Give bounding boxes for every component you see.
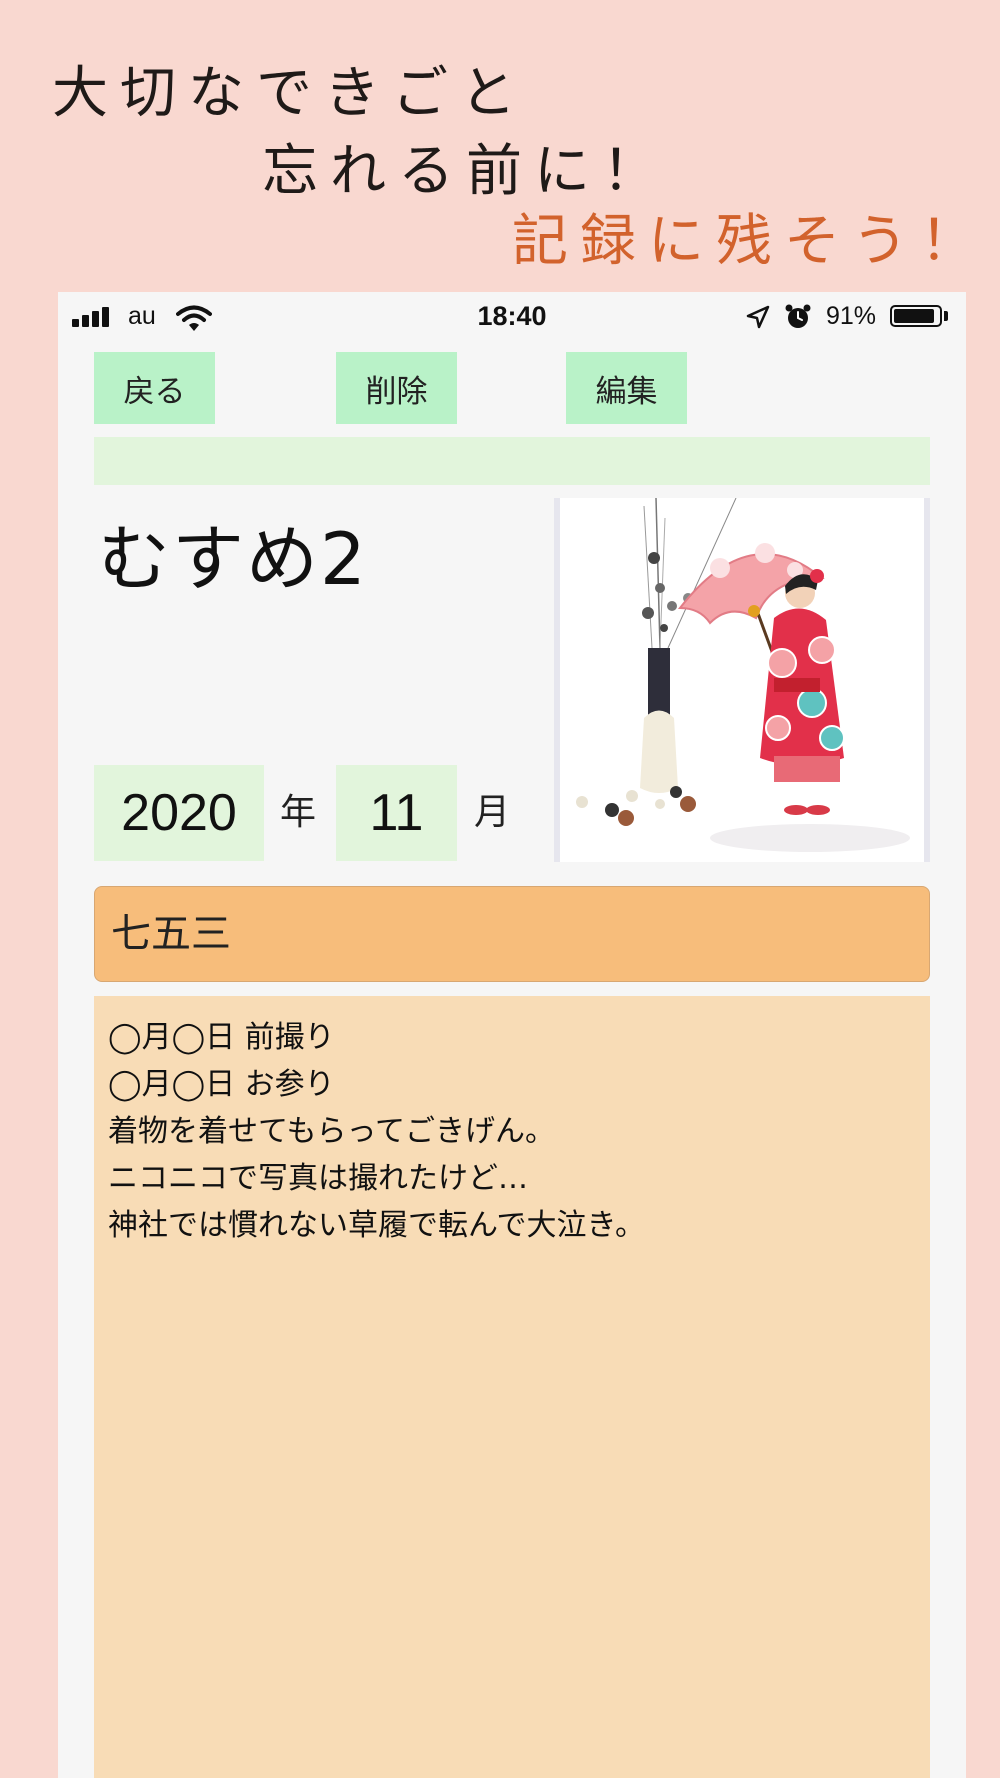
record-photo[interactable] <box>554 497 930 862</box>
promo-line-3: 記録に残そう！ <box>512 209 988 274</box>
phone-screen: au 18:40 91% 戻る 削除 編集 むすめ2 2020 年 11 月 七… <box>58 292 966 1778</box>
back-button[interactable]: 戻る <box>94 352 215 424</box>
year-unit-label: 年 <box>280 792 317 833</box>
promo-line-1: 大切なできごと <box>52 61 528 126</box>
alarm-icon <box>785 304 811 328</box>
kimono-girl-photo <box>560 497 924 862</box>
edit-button[interactable]: 編集 <box>566 352 687 424</box>
status-bar: au 18:40 91% <box>58 292 966 342</box>
location-icon <box>746 305 770 329</box>
memo-line: 神社では慣れない草履で転んで大泣き。 <box>108 1208 645 1243</box>
promo-banner: 大切なできごと 忘れる前に！ 記録に残そう！ <box>0 0 1000 290</box>
memo-area: ◯月◯日 前撮り ◯月◯日 お参り 着物を着せてもらってごきげん。 ニコニコで写… <box>94 996 930 1778</box>
record-title: むすめ2 <box>98 517 368 601</box>
memo-line: ◯月◯日 お参り <box>108 1067 335 1102</box>
delete-button[interactable]: 削除 <box>336 352 457 424</box>
memo-line: 着物を着せてもらってごきげん。 <box>108 1114 555 1149</box>
battery-cap <box>944 311 948 321</box>
promo-line-2: 忘れる前に！ <box>262 139 670 204</box>
battery-percent: 91% <box>826 302 877 330</box>
month-unit-label: 月 <box>474 792 511 833</box>
event-title: 七五三 <box>94 886 930 982</box>
memo-line: ニコニコで写真は撮れたけど… <box>108 1161 528 1196</box>
battery-icon <box>890 305 942 327</box>
month-field: 11 <box>336 765 457 861</box>
year-field: 2020 <box>94 765 264 861</box>
memo-line: ◯月◯日 前撮り <box>108 1020 335 1055</box>
header-strip <box>94 437 930 485</box>
battery-level <box>894 309 934 323</box>
